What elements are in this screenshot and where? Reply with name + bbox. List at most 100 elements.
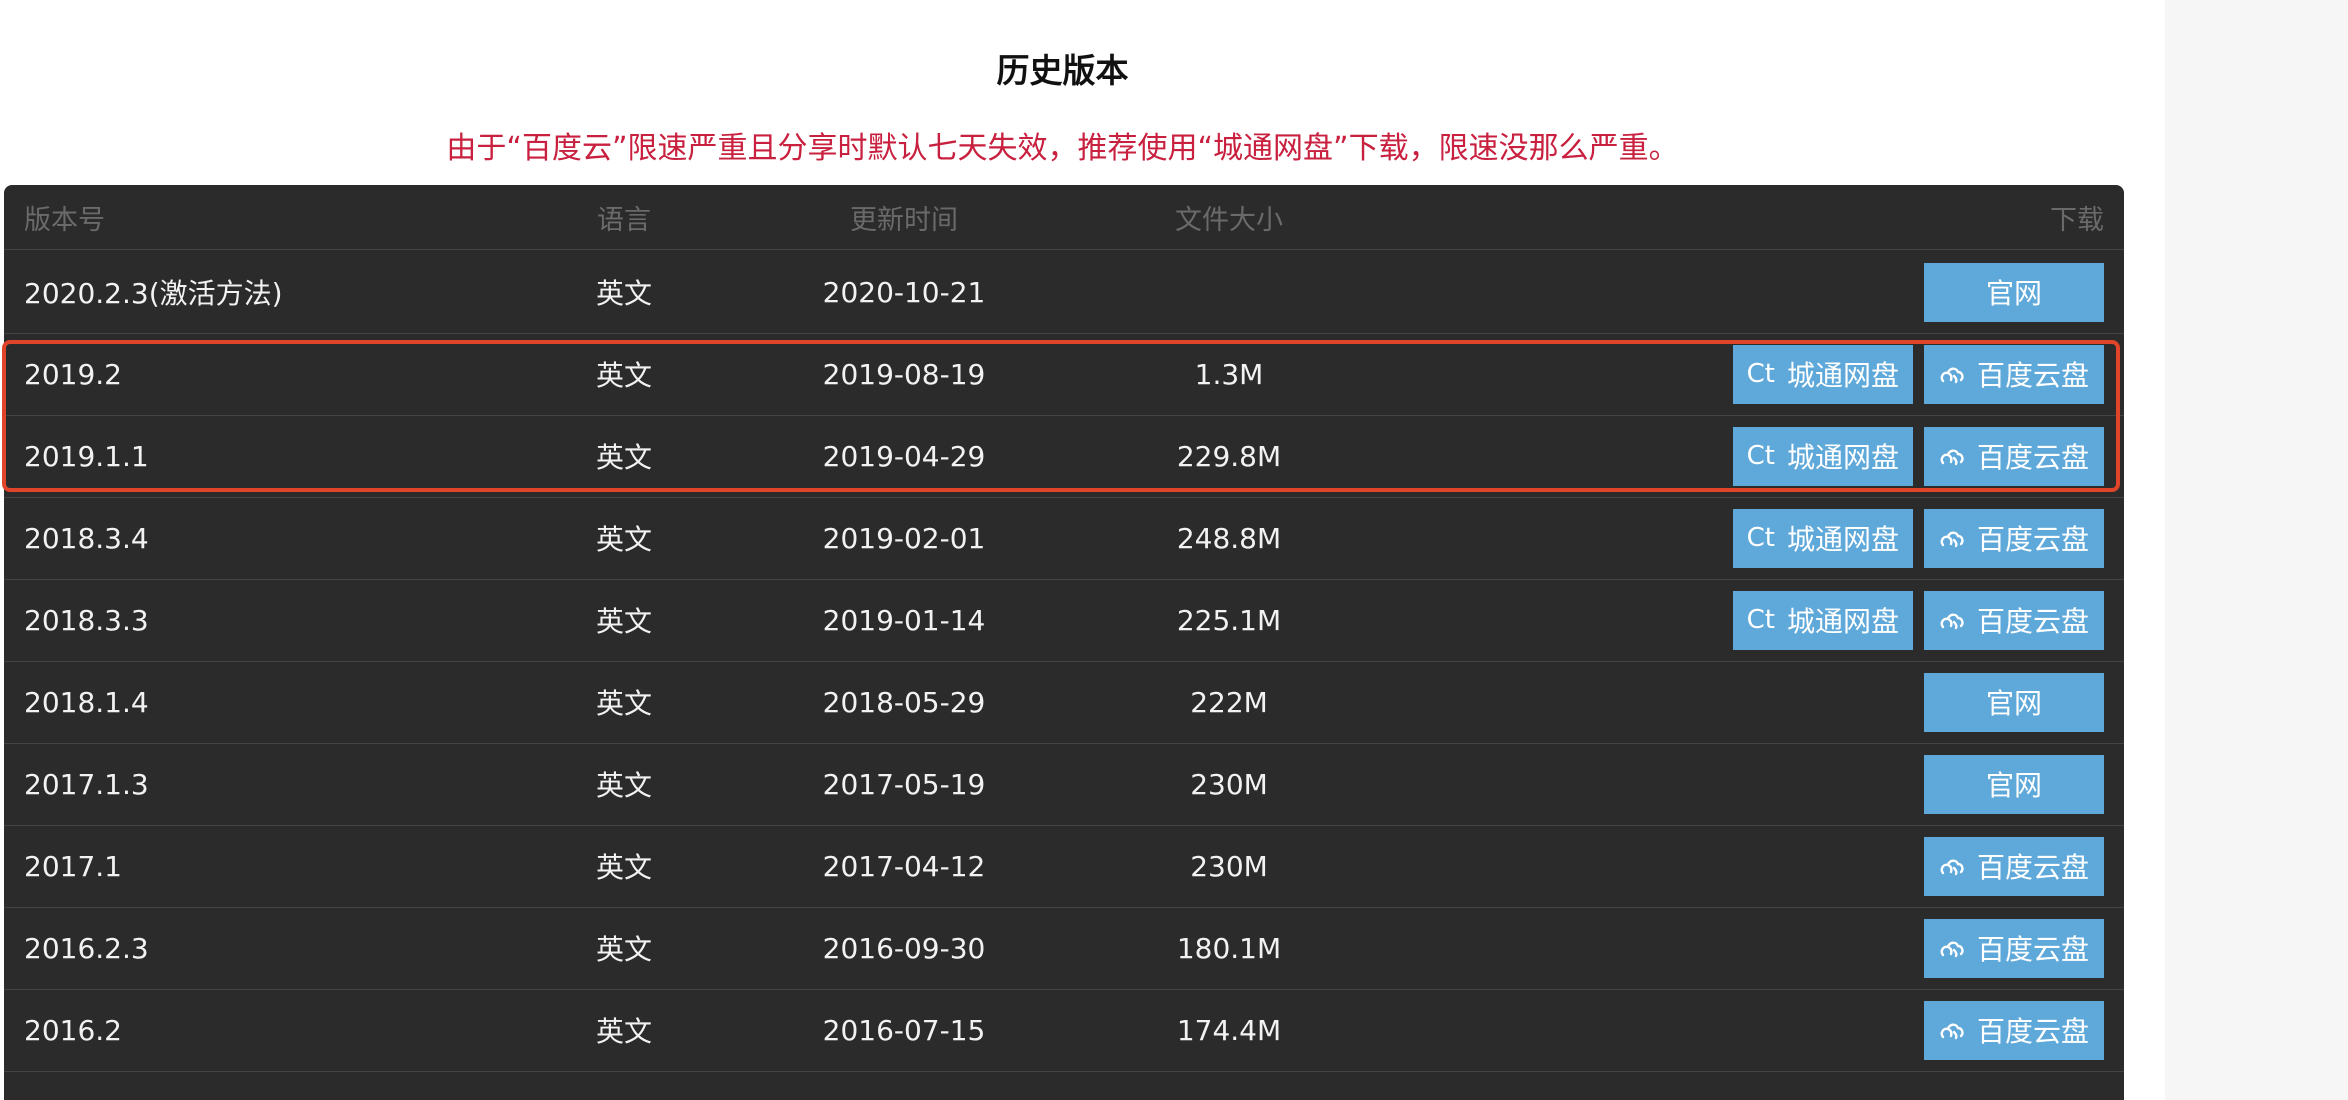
button-label: 百度云盘 (1976, 605, 2089, 638)
download-cell: 百度云盘 (1924, 907, 2104, 989)
ctfile-download-button[interactable]: Ct 城通网盘 (1732, 508, 1913, 568)
language-cell: 英文 (595, 359, 652, 392)
date-cell: 2019-08-19 (822, 357, 986, 391)
version-cell: 2018.1.4 (24, 685, 149, 719)
version-cell: 2018.3.4 (24, 521, 149, 555)
version-cell: 2020.2.3(激活方法) (24, 277, 283, 310)
button-label: 百度云盘 (1976, 933, 2089, 966)
download-cell: Ct 城通网盘 百度云盘 (1732, 579, 2104, 661)
baidu-cloud-icon (1939, 937, 1965, 959)
language-cell: 英文 (595, 851, 652, 884)
size-cell: 174.4M (1176, 1013, 1282, 1047)
language-cell: 英文 (595, 933, 652, 966)
version-cell: 2019.2 (24, 357, 122, 391)
baidu-cloud-icon (1939, 445, 1965, 467)
baidu-download-button[interactable]: 百度云盘 (1924, 508, 2104, 568)
button-label: 城通网盘 (1786, 359, 1899, 392)
button-label: 百度云盘 (1976, 851, 2089, 884)
table-row: 2020.2.3(激活方法) 英文 2020-10-21 官网 (4, 251, 2124, 334)
size-cell: 1.3M (1194, 357, 1264, 391)
header-language: 语言 (597, 204, 651, 236)
download-cell: Ct 城通网盘 百度云盘 (1732, 415, 2104, 497)
size-cell: 230M (1190, 849, 1268, 883)
ctfile-logo-icon: Ct (1746, 441, 1775, 471)
size-cell: 230M (1190, 767, 1268, 801)
size-cell: 180.1M (1176, 931, 1282, 965)
baidu-download-button[interactable]: 百度云盘 (1924, 426, 2104, 486)
date-cell: 2017-05-19 (822, 767, 986, 801)
button-label: 官网 (1985, 277, 2042, 310)
version-table: 版本号 语言 更新时间 文件大小 下载 2020.2.3(激活方法) 英文 2020… (4, 185, 2124, 1100)
ctfile-download-button[interactable]: Ct 城通网盘 (1732, 590, 1913, 650)
official-site-button[interactable]: 官网 (1924, 672, 2104, 732)
ctfile-download-button[interactable]: Ct 城通网盘 (1732, 344, 1913, 404)
baidu-download-button[interactable]: 百度云盘 (1924, 344, 2104, 404)
date-cell: 2019-02-01 (822, 521, 986, 555)
page-title: 历史版本 (996, 51, 1129, 90)
language-cell: 英文 (595, 1015, 652, 1048)
table-row: 2018.1.4 英文 2018-05-29 222M 官网 (4, 661, 2124, 744)
version-cell: 2018.3.3 (24, 603, 149, 637)
date-cell: 2016-09-30 (822, 931, 986, 965)
download-cell: 百度云盘 (1924, 825, 2104, 907)
date-cell: 2020-10-21 (822, 275, 986, 309)
download-notice: 由于“百度云”限速严重且分享时默认七天失效，推荐使用“城通网盘”下载，限速没那么… (446, 131, 1679, 166)
ctfile-logo-icon: Ct (1746, 359, 1775, 389)
language-cell: 英文 (595, 769, 652, 802)
table-row: 2016.2 英文 2016-07-15 174.4M 百度云盘 (4, 989, 2124, 1072)
date-cell: 2019-01-14 (822, 603, 986, 637)
button-label: 百度云盘 (1976, 1015, 2089, 1048)
version-cell: 2016.2.3 (24, 931, 149, 965)
download-cell: 官网 (1924, 661, 2104, 743)
size-cell: 248.8M (1176, 521, 1282, 555)
header-download: 下载 (2050, 204, 2104, 236)
size-cell: 225.1M (1176, 603, 1282, 637)
ctfile-logo-icon: Ct (1746, 605, 1775, 635)
baidu-download-button[interactable]: 百度云盘 (1924, 590, 2104, 650)
baidu-download-button[interactable]: 百度云盘 (1924, 1000, 2104, 1060)
language-cell: 英文 (595, 441, 652, 474)
download-cell: 官网 (1924, 251, 2104, 333)
table-row: 2018.3.3 英文 2019-01-14 225.1M Ct 城通网盘 百度云盘 (4, 579, 2124, 662)
table-row: 2019.2 英文 2019-08-19 1.3M Ct 城通网盘 百度云盘 (4, 333, 2124, 416)
baidu-cloud-icon (1939, 363, 1965, 385)
download-cell: Ct 城通网盘 百度云盘 (1732, 497, 2104, 579)
date-cell: 2018-05-29 (822, 685, 986, 719)
download-cell: 官网 (1924, 743, 2104, 825)
baidu-cloud-icon (1939, 609, 1965, 631)
download-cell: 百度云盘 (1924, 989, 2104, 1071)
table-row: 2018.3.4 英文 2019-02-01 248.8M Ct 城通网盘 百度云盘 (4, 497, 2124, 580)
date-cell: 2017-04-12 (822, 849, 986, 883)
version-cell: 2019.1.1 (24, 439, 149, 473)
table-row: 2017.1 英文 2017-04-12 230M 百度云盘 (4, 825, 2124, 908)
button-label: 官网 (1985, 687, 2042, 720)
official-site-button[interactable]: 官网 (1924, 262, 2104, 322)
version-cell: 2017.1.3 (24, 767, 149, 801)
official-site-button[interactable]: 官网 (1924, 754, 2104, 814)
button-label: 城通网盘 (1786, 523, 1899, 556)
table-row: 2019.1.1 英文 2019-04-29 229.8M Ct 城通网盘 百度云盘 (4, 415, 2124, 498)
baidu-cloud-icon (1939, 855, 1965, 877)
baidu-download-button[interactable]: 百度云盘 (1924, 836, 2104, 896)
baidu-download-button[interactable]: 百度云盘 (1924, 918, 2104, 978)
table-row: 2016.2.3 英文 2016-09-30 180.1M 百度云盘 (4, 907, 2124, 990)
button-label: 百度云盘 (1976, 523, 2089, 556)
baidu-cloud-icon (1939, 1019, 1965, 1041)
version-cell: 2017.1 (24, 849, 122, 883)
date-cell: 2019-04-29 (822, 439, 986, 473)
button-label: 城通网盘 (1786, 441, 1899, 474)
table-header-row: 版本号 语言 更新时间 文件大小 下载 (4, 185, 2124, 250)
language-cell: 英文 (595, 605, 652, 638)
page: 历史版本 由于“百度云”限速严重且分享时默认七天失效，推荐使用“城通网盘”下载，… (0, 0, 2348, 1100)
button-label: 城通网盘 (1786, 605, 1899, 638)
button-label: 百度云盘 (1976, 359, 2089, 392)
language-cell: 英文 (595, 523, 652, 556)
size-cell: 222M (1190, 685, 1268, 719)
version-cell: 2016.2 (24, 1013, 122, 1047)
baidu-cloud-icon (1939, 527, 1965, 549)
table-row: 2017.1.3 英文 2017-05-19 230M 官网 (4, 743, 2124, 826)
language-cell: 英文 (595, 687, 652, 720)
ctfile-download-button[interactable]: Ct 城通网盘 (1732, 426, 1913, 486)
download-cell: Ct 城通网盘 百度云盘 (1732, 333, 2104, 415)
header-size: 文件大小 (1175, 204, 1283, 236)
